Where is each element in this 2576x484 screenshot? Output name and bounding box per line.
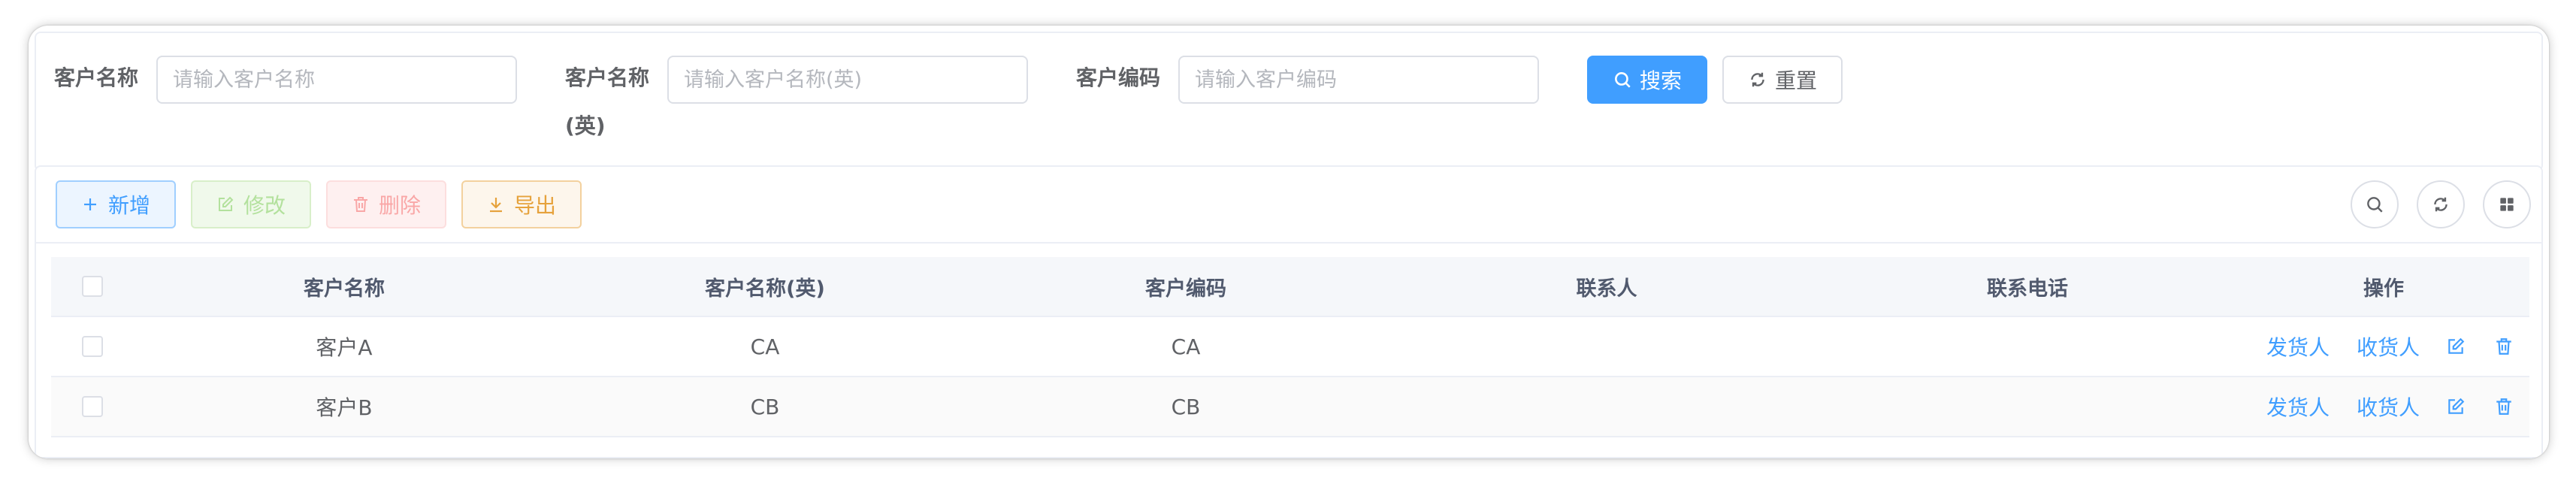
shipper-link[interactable]: 发货人 [2260, 317, 2336, 376]
grid-icon [2500, 198, 2514, 211]
column-header: 操作 [2363, 277, 2404, 301]
search-panel: 客户名称 客户名称 (英) 客户编码 搜索 重置 [35, 32, 2543, 171]
cell-phone [1817, 377, 2238, 436]
cell-contact [1396, 377, 1817, 436]
row-edit-button[interactable] [2441, 377, 2471, 436]
select-all-cell [51, 257, 134, 316]
table-row: 客户B CB CB 发货人 收货人 [51, 377, 2529, 437]
row-edit-button[interactable] [2441, 317, 2471, 376]
search-icon [2367, 197, 2383, 213]
row-delete-button[interactable] [2489, 317, 2519, 376]
trash-icon [353, 197, 367, 212]
export-button-label: 导出 [513, 193, 556, 218]
cell-customer-code: CB [1171, 394, 1201, 419]
cell-customer-name: 客户B [316, 395, 373, 420]
customer-name-input[interactable] [156, 56, 517, 104]
customer-name-label: 客户名称 [54, 65, 139, 90]
reset-button[interactable]: 重置 [1722, 56, 1843, 104]
toolbar-divider [36, 242, 2541, 244]
column-header[interactable]: 联系人 [1396, 257, 1817, 316]
trash-icon [2496, 398, 2511, 415]
delete-button-label: 删除 [378, 193, 421, 218]
cell-customer-name-en: CB [750, 394, 780, 419]
table-panel: 新增 修改 删除 导出 客户名称 客户名称(英) 客户编码 联系人 联系电话 操… [35, 165, 2543, 458]
customer-name-en-label-suffix: (英) [565, 113, 606, 138]
export-button[interactable]: 导出 [461, 180, 582, 228]
search-button-label: 搜索 [1639, 68, 1682, 93]
refresh-button[interactable] [2417, 180, 2465, 228]
toggle-search-button[interactable] [2351, 180, 2399, 228]
cell-customer-name: 客户A [316, 335, 373, 360]
cell-phone [1817, 317, 2238, 376]
cell-customer-code: CA [1171, 334, 1201, 359]
table-header-row: 客户名称 客户名称(英) 客户编码 联系人 联系电话 操作 [51, 257, 2529, 317]
reset-button-label: 重置 [1774, 68, 1817, 93]
column-header[interactable]: 客户名称(英) [555, 257, 975, 316]
edit-button-label: 修改 [243, 193, 286, 218]
shipper-link[interactable]: 发货人 [2260, 377, 2336, 436]
customer-name-en-input[interactable] [667, 56, 1028, 104]
cell-contact [1396, 317, 1817, 376]
search-icon [1615, 72, 1631, 88]
row-select-cell [51, 317, 134, 376]
customer-name-en-label: 客户名称 [565, 65, 650, 90]
app-window: 客户名称 客户名称 (英) 客户编码 搜索 重置 新增 修改 删除 [29, 26, 2549, 458]
edit-icon [218, 196, 234, 211]
column-header[interactable]: 联系电话 [1817, 257, 2238, 316]
select-all-checkbox[interactable] [82, 276, 103, 297]
consignee-link[interactable]: 收货人 [2351, 377, 2426, 436]
table-row: 客户A CA CA 发货人 收货人 [51, 317, 2529, 377]
plus-icon [83, 198, 96, 210]
customer-code-label: 客户编码 [1076, 65, 1161, 90]
trash-icon [2496, 338, 2511, 355]
consignee-link[interactable]: 收货人 [2351, 317, 2426, 376]
columns-button[interactable] [2483, 180, 2531, 228]
refresh-icon [2434, 197, 2448, 212]
column-header[interactable]: 客户名称 [134, 257, 555, 316]
cell-customer-name-en: CA [750, 334, 780, 359]
edit-button[interactable]: 修改 [191, 180, 311, 228]
refresh-icon [1751, 72, 1764, 87]
add-button[interactable]: 新增 [56, 180, 176, 228]
edit-icon [2448, 337, 2465, 354]
customer-code-input[interactable] [1178, 56, 1539, 104]
download-icon [489, 198, 502, 213]
row-select-cell [51, 377, 134, 436]
edit-icon [2448, 398, 2465, 414]
column-header[interactable]: 客户编码 [975, 257, 1396, 316]
add-button-label: 新增 [107, 193, 150, 218]
row-delete-button[interactable] [2489, 377, 2519, 436]
delete-button[interactable]: 删除 [326, 180, 446, 228]
search-button[interactable]: 搜索 [1587, 56, 1707, 104]
row-checkbox[interactable] [82, 396, 103, 417]
row-checkbox[interactable] [82, 336, 103, 357]
